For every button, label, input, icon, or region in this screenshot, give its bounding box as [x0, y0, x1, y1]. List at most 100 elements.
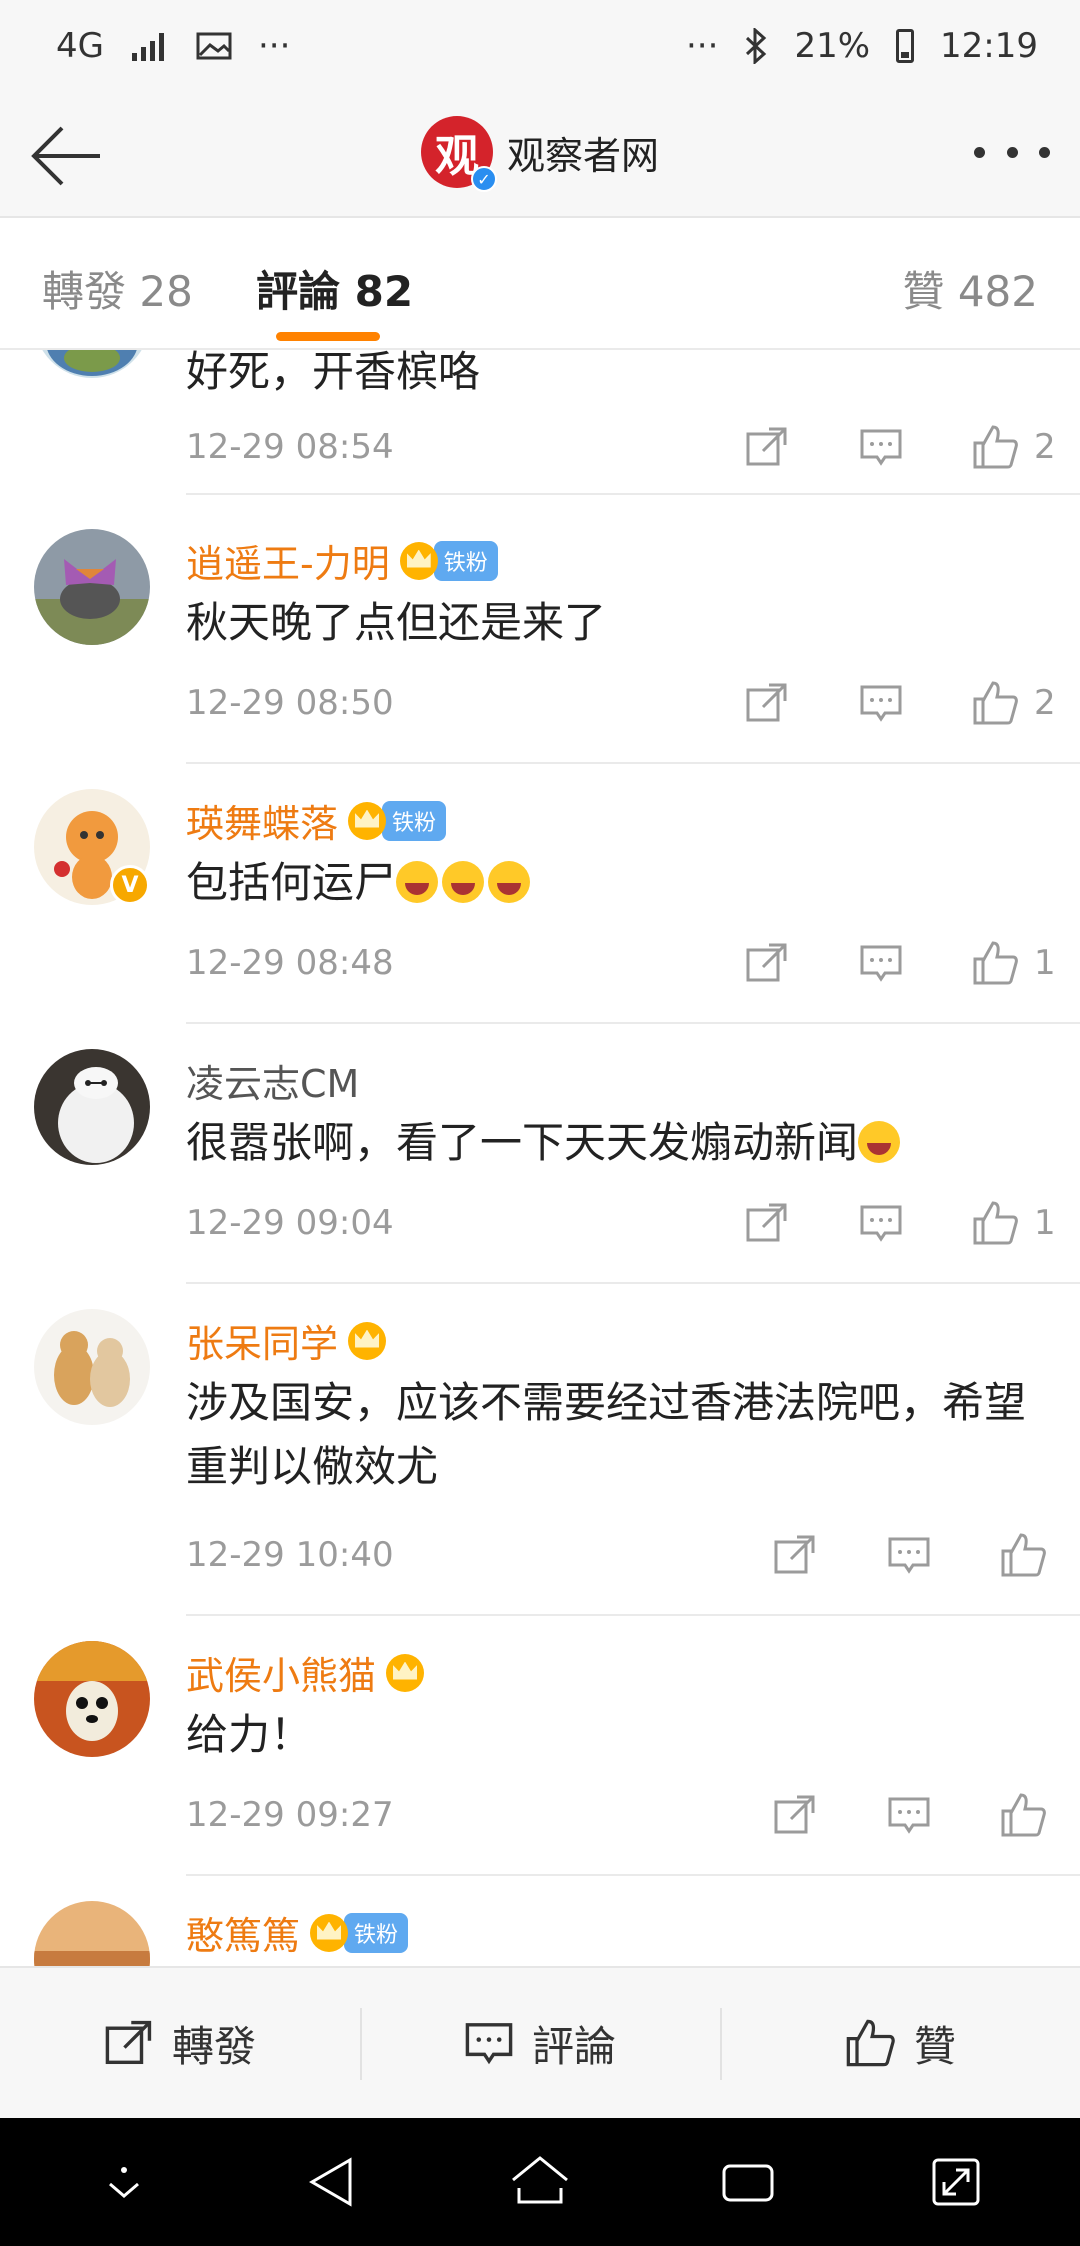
avatar[interactable]	[34, 1049, 150, 1165]
avatar[interactable]	[34, 1309, 150, 1425]
comment-item: 凌云志CM 很嚣张啊，看了一下天天发煽动新闻 12-29 09:04 1	[0, 1025, 1080, 1284]
triangle-back-icon	[309, 2157, 352, 2207]
like-button[interactable]	[970, 1198, 1020, 1248]
username[interactable]: 瑛舞蝶落 铁粉	[186, 793, 447, 848]
reply-button[interactable]	[856, 938, 906, 988]
clock: 12:19	[940, 26, 1038, 66]
comment-text-content: 包括何运尸	[186, 858, 397, 907]
comment-meta: 12-29 08:48 1	[186, 933, 1080, 993]
fan-badge: 铁粉	[344, 1912, 409, 1953]
avatar[interactable]	[34, 350, 150, 378]
share-icon	[746, 427, 787, 466]
comment-meta: 12-29 08:54 2	[186, 417, 1080, 477]
fullscreen-nav-button[interactable]	[916, 2142, 996, 2222]
thumbs-up-icon	[846, 2019, 895, 2067]
comment-list[interactable]: 好死，开香槟咯 12-29 08:54 2 逍遥王-力明 铁粉 秋天晚了点但还是…	[0, 350, 1080, 1966]
cats-avatar	[34, 1309, 150, 1425]
like-count: 2	[1034, 427, 1056, 467]
repost-button[interactable]	[742, 422, 792, 472]
elephant-butterfly-avatar	[34, 529, 150, 645]
thumbs-up-icon	[1001, 1533, 1046, 1577]
comment-text: 包括何运尸	[186, 851, 1040, 915]
dot-icon	[1039, 146, 1050, 158]
avatar[interactable]	[34, 529, 150, 645]
system-navigation-bar	[0, 2118, 1080, 2246]
battery-percent: 21%	[794, 26, 871, 66]
repost-button[interactable]	[742, 938, 792, 988]
laughing-emoji-icon	[488, 861, 531, 903]
reply-button[interactable]	[856, 422, 906, 472]
more-status-icons-right: ···	[686, 26, 719, 66]
fan-badge: 铁粉	[433, 540, 498, 581]
share-icon	[774, 1535, 815, 1574]
tab-reposts[interactable]: 轉發 28	[42, 258, 193, 319]
battery-icon	[896, 29, 915, 63]
divider	[186, 1874, 1080, 1876]
username-text: 瑛舞蝶落	[186, 802, 339, 846]
bottom-action-bar: 轉發 評論 贊	[0, 1966, 1080, 2118]
like-button[interactable]	[998, 1790, 1048, 1840]
reply-button[interactable]	[884, 1790, 934, 1840]
home-nav-button[interactable]	[500, 2142, 580, 2222]
username-text: 凌云志CM	[186, 1062, 360, 1106]
comment-icon	[860, 685, 902, 722]
like-action-button[interactable]: 贊	[720, 1968, 1080, 2118]
avatar[interactable]	[34, 1641, 150, 1757]
username[interactable]: 武侯小熊猫	[186, 1645, 425, 1700]
like-button[interactable]	[970, 938, 1020, 988]
username[interactable]: 凌云志CM	[186, 1053, 359, 1108]
top-nav-bar: 观 ✓ 观察者网	[0, 92, 1080, 218]
repost-button[interactable]	[742, 1198, 792, 1248]
more-options-button[interactable]	[974, 132, 1050, 172]
repost-button[interactable]	[770, 1530, 820, 1580]
comment-text: 很嚣张啊，看了一下天天发煽动新闻	[186, 1111, 1040, 1175]
reply-button[interactable]	[856, 678, 906, 728]
repost-action-button[interactable]: 轉發	[0, 1968, 360, 2118]
share-icon	[746, 683, 787, 722]
fan-badge: 铁粉	[382, 800, 447, 841]
divider	[186, 1614, 1080, 1616]
divider	[186, 1282, 1080, 1284]
active-tab-indicator	[276, 332, 380, 341]
chevron-down-icon	[109, 2167, 139, 2198]
share-icon	[774, 1795, 815, 1834]
like-button[interactable]	[998, 1530, 1048, 1580]
recents-nav-button[interactable]	[708, 2142, 788, 2222]
repost-button[interactable]	[742, 678, 792, 728]
like-button[interactable]	[970, 678, 1020, 728]
comment-meta: 12-29 09:04 1	[186, 1193, 1080, 1253]
comment-icon	[888, 1797, 930, 1834]
username[interactable]: 逍遥王-力明 铁粉	[186, 533, 498, 588]
comment-time: 12-29 09:27	[186, 1795, 394, 1835]
username[interactable]: 憨篤篤 铁粉	[186, 1905, 409, 1960]
tab-comments[interactable]: 評論 82	[256, 258, 413, 319]
crying-laughing-emoji-icon	[858, 1121, 901, 1163]
recents-icon	[722, 2164, 774, 2202]
comment-action-button[interactable]: 評論	[360, 1968, 720, 2118]
avatar[interactable]	[34, 1901, 150, 1966]
username[interactable]: 张呆同学	[186, 1313, 387, 1368]
hide-nav-button[interactable]	[84, 2142, 164, 2222]
back-nav-button[interactable]	[292, 2142, 372, 2222]
comment-text: 涉及国安，应该不需要经过香港法院吧，希望重判以儆效尤	[186, 1378, 1027, 1491]
like-label: 贊	[913, 2021, 956, 2071]
reply-button[interactable]	[856, 1198, 906, 1248]
tab-likes[interactable]: 贊 482	[902, 258, 1038, 319]
like-button[interactable]	[970, 422, 1020, 472]
panda-avatar	[34, 1641, 150, 1757]
comment-meta: 12-29 08:50 2	[186, 673, 1080, 733]
username-text: 逍遥王-力明	[186, 542, 390, 586]
comment-time: 12-29 08:54	[186, 427, 394, 467]
like-count: 1	[1034, 1203, 1056, 1243]
reply-button[interactable]	[884, 1530, 934, 1580]
account-title[interactable]: 观 ✓ 观察者网	[0, 116, 1080, 192]
thumbs-up-icon	[973, 681, 1018, 725]
share-icon	[105, 2020, 152, 2065]
tab-bar: 轉發 28 評論 82 贊 482	[0, 218, 1080, 350]
username-text: 憨篤篤	[186, 1914, 301, 1958]
comment-text: 秋天晚了点但还是来了	[186, 598, 607, 647]
comment-meta: 12-29 10:40	[186, 1525, 1080, 1585]
repost-button[interactable]	[770, 1790, 820, 1840]
comment-label: 評論	[531, 2021, 616, 2071]
signal-icon	[131, 33, 164, 61]
